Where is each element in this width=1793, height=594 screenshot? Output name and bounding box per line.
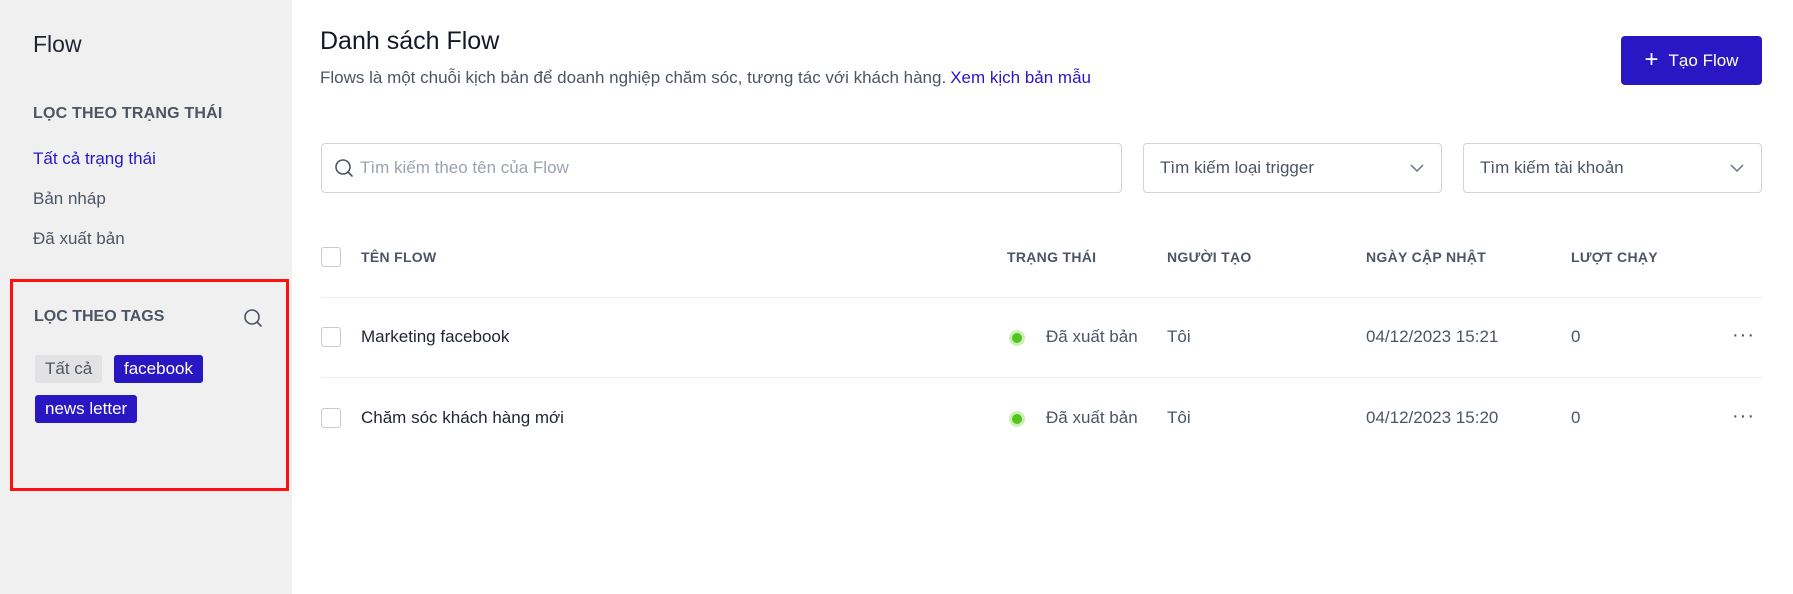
chevron-down-icon bbox=[1410, 164, 1424, 173]
more-options-icon[interactable]: ··· bbox=[1732, 405, 1755, 428]
divider bbox=[321, 377, 1762, 378]
row-checkbox[interactable] bbox=[321, 408, 341, 428]
tag-filter-title: LỌC THEO TAGS bbox=[34, 308, 165, 325]
column-header-runs[interactable]: LƯỢT CHẠY bbox=[1571, 249, 1658, 265]
status-filter-title: LỌC THEO TRẠNG THÁI bbox=[33, 105, 223, 122]
trigger-type-select[interactable]: Tìm kiếm loại trigger bbox=[1143, 143, 1442, 193]
column-header-status[interactable]: TRẠNG THÁI bbox=[1007, 249, 1096, 265]
page-description: Flows là một chuỗi kịch bản để doanh ngh… bbox=[320, 68, 1091, 88]
more-options-icon[interactable]: ··· bbox=[1732, 324, 1755, 347]
plus-icon: + bbox=[1644, 45, 1659, 73]
flow-name[interactable]: Marketing facebook bbox=[361, 327, 509, 347]
status-filter-draft[interactable]: Bản nháp bbox=[33, 189, 106, 209]
flow-name[interactable]: Chăm sóc khách hàng mới bbox=[361, 408, 564, 428]
divider bbox=[321, 297, 1762, 298]
status-dot-icon bbox=[1009, 330, 1025, 346]
status-filter-all[interactable]: Tất cả trạng thái bbox=[33, 149, 156, 169]
flow-search-box[interactable] bbox=[321, 143, 1122, 193]
flow-creator: Tôi bbox=[1167, 327, 1191, 346]
account-value: Tìm kiếm tài khoản bbox=[1480, 158, 1624, 177]
flow-search-input[interactable] bbox=[360, 158, 1100, 178]
sidebar-title: Flow bbox=[33, 31, 82, 57]
select-all-checkbox[interactable] bbox=[321, 247, 341, 267]
column-header-creator[interactable]: NGƯỜI TẠO bbox=[1167, 249, 1252, 265]
page-title: Danh sách Flow bbox=[320, 27, 500, 55]
column-header-updated[interactable]: NGÀY CẬP NHẬT bbox=[1366, 249, 1486, 265]
chevron-down-icon bbox=[1730, 164, 1744, 173]
account-select[interactable]: Tìm kiếm tài khoản bbox=[1463, 143, 1762, 193]
flow-updated: 04/12/2023 15:21 bbox=[1366, 327, 1499, 346]
column-header-name[interactable]: TÊN FLOW bbox=[361, 249, 437, 265]
flow-status: Đã xuất bản bbox=[1046, 327, 1138, 346]
flow-status: Đã xuất bản bbox=[1046, 408, 1138, 427]
flow-creator: Tôi bbox=[1167, 408, 1191, 427]
tag-all[interactable]: Tất cả bbox=[35, 355, 103, 383]
search-icon bbox=[335, 159, 353, 177]
trigger-type-value: Tìm kiếm loại trigger bbox=[1160, 158, 1314, 177]
search-icon[interactable] bbox=[243, 308, 263, 328]
sidebar: Flow LỌC THEO TRẠNG THÁI Tất cả trạng th… bbox=[0, 0, 292, 594]
tag-facebook[interactable]: facebook bbox=[114, 355, 203, 383]
tag-news-letter[interactable]: news letter bbox=[35, 395, 138, 423]
row-checkbox[interactable] bbox=[321, 327, 341, 347]
tag-filter-panel: LỌC THEO TAGS Tất cả facebook news lette… bbox=[10, 279, 289, 491]
status-dot-icon bbox=[1009, 411, 1025, 427]
description-text: Flows là một chuỗi kịch bản để doanh ngh… bbox=[320, 68, 947, 87]
flow-updated: 04/12/2023 15:20 bbox=[1366, 408, 1499, 427]
flow-runs: 0 bbox=[1571, 408, 1581, 427]
create-flow-button[interactable]: + Tạo Flow bbox=[1621, 36, 1762, 85]
status-filter-published[interactable]: Đã xuất bản bbox=[33, 229, 125, 249]
sample-scripts-link[interactable]: Xem kịch bản mẫu bbox=[950, 68, 1091, 87]
flow-runs: 0 bbox=[1571, 327, 1581, 346]
create-flow-label: Tạo Flow bbox=[1668, 50, 1739, 70]
